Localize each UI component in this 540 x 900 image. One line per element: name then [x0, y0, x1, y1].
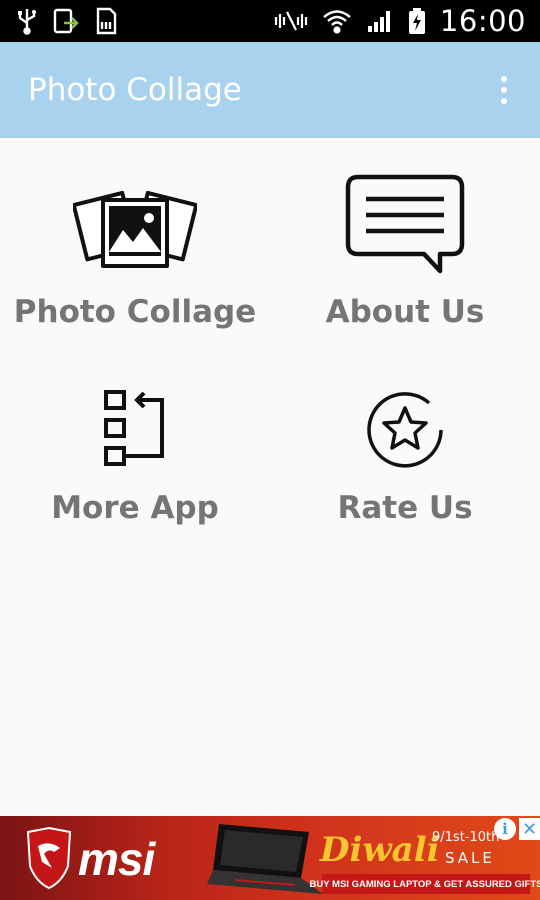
- more-apps-icon: [102, 388, 168, 472]
- ad-banner[interactable]: msi Diwali 9/1st-10th SALE BUY MSI GAMIN…: [0, 816, 540, 900]
- close-icon[interactable]: ✕: [519, 818, 540, 840]
- chat-bubble-icon: [344, 174, 466, 276]
- menu-dot: [501, 98, 507, 104]
- ad-tagline: BUY MSI GAMING LAPTOP & GET ASSURED GIFT…: [310, 874, 540, 894]
- signal-icon: [366, 8, 394, 34]
- menu-item-label: Rate Us: [337, 490, 473, 526]
- menu-item-about-us[interactable]: About Us: [290, 174, 520, 330]
- status-right-icons: 16:00: [274, 4, 526, 38]
- screen-share-icon: [52, 7, 80, 35]
- usb-icon: [16, 7, 38, 35]
- sd-card-icon: [94, 7, 118, 35]
- laptop-image: [207, 824, 323, 894]
- menu-dot: [501, 87, 507, 93]
- menu-dot: [501, 76, 507, 82]
- battery-charging-icon: [408, 7, 426, 35]
- mute-icon: [274, 8, 308, 34]
- menu-item-photo-collage[interactable]: Photo Collage: [14, 178, 256, 330]
- photo-collage-icon: [73, 178, 197, 276]
- wifi-icon: [322, 8, 352, 34]
- status-time: 16:00: [439, 4, 526, 38]
- ad-sale: SALE: [445, 849, 495, 867]
- menu-item-label: More App: [51, 490, 219, 526]
- status-bar: 16:00: [0, 0, 540, 42]
- star-icon: [363, 388, 447, 472]
- app-title: Photo Collage: [28, 72, 242, 108]
- ad-brand: msi: [78, 833, 155, 885]
- menu-item-label: About Us: [325, 294, 485, 330]
- ad-dates: 9/1st-10th: [432, 830, 500, 845]
- status-left-icons: [16, 7, 118, 35]
- overflow-menu-icon[interactable]: [492, 70, 516, 110]
- ad-headline: Diwali: [320, 830, 440, 870]
- menu-item-rate-us[interactable]: Rate Us: [290, 388, 520, 526]
- menu-item-label: Photo Collage: [13, 294, 257, 330]
- msi-shield-logo: [26, 826, 72, 890]
- app-bar: Photo Collage: [0, 42, 540, 138]
- info-icon[interactable]: i: [494, 818, 516, 840]
- menu-item-more-app[interactable]: More App: [20, 388, 250, 526]
